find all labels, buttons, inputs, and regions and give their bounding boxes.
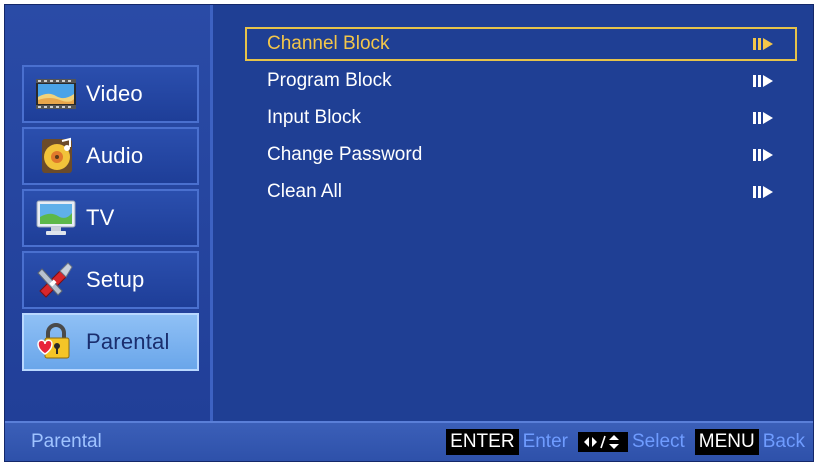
setup-icon — [34, 258, 78, 302]
sidebar-item-setup[interactable]: Setup — [22, 251, 199, 309]
osd-screen: Video Audio TV Setup Parental Channel Bl… — [4, 4, 814, 462]
menu-item-channel-block[interactable]: Channel Block — [245, 27, 797, 61]
menu-key-badge: MENU — [694, 429, 759, 455]
menu-item-change-password[interactable]: Change Password — [245, 138, 797, 172]
menu-item-label: Change Password — [267, 144, 423, 165]
sidebar: Video Audio TV Setup Parental — [5, 5, 213, 421]
menu-item-clean-all[interactable]: Clean All — [245, 175, 797, 209]
sidebar-item-parental[interactable]: Parental — [22, 313, 199, 371]
arrows-icon — [577, 432, 628, 452]
submenu-arrow-icon — [753, 75, 773, 87]
enter-hint-label: Enter — [522, 431, 568, 452]
sidebar-item-label: Setup — [86, 267, 145, 292]
parental-menu: Channel Block Program Block Input Block — [245, 27, 797, 212]
sidebar-item-label: TV — [86, 205, 115, 230]
tv-icon — [34, 196, 78, 240]
submenu-arrow-icon — [753, 112, 773, 124]
video-icon — [34, 72, 78, 116]
menu-item-label: Program Block — [267, 70, 392, 91]
submenu-arrow-icon — [753, 38, 773, 50]
parental-lock-icon — [34, 320, 78, 364]
footer-bar: Parental ENTER Enter Select MENU Back — [5, 421, 813, 461]
sidebar-item-audio[interactable]: Audio — [22, 127, 199, 185]
sidebar-item-label: Audio — [86, 143, 144, 168]
select-hint-label: Select — [631, 431, 685, 452]
sidebar-item-tv[interactable]: TV — [22, 189, 199, 247]
audio-icon — [34, 134, 78, 178]
submenu-arrow-icon — [753, 149, 773, 161]
footer-title: Parental — [31, 431, 102, 452]
sidebar-item-label: Video — [86, 81, 143, 106]
key-hints: ENTER Enter Select MENU Back — [446, 429, 805, 455]
menu-item-label: Clean All — [267, 181, 342, 202]
submenu-arrow-icon — [753, 186, 773, 198]
menu-item-program-block[interactable]: Program Block — [245, 64, 797, 98]
back-hint-label: Back — [762, 431, 805, 452]
sidebar-item-video[interactable]: Video — [22, 65, 199, 123]
enter-key-badge: ENTER — [446, 429, 519, 455]
menu-item-input-block[interactable]: Input Block — [245, 101, 797, 135]
menu-item-label: Channel Block — [267, 33, 390, 54]
sidebar-item-label: Parental — [86, 329, 170, 354]
menu-item-label: Input Block — [267, 107, 361, 128]
